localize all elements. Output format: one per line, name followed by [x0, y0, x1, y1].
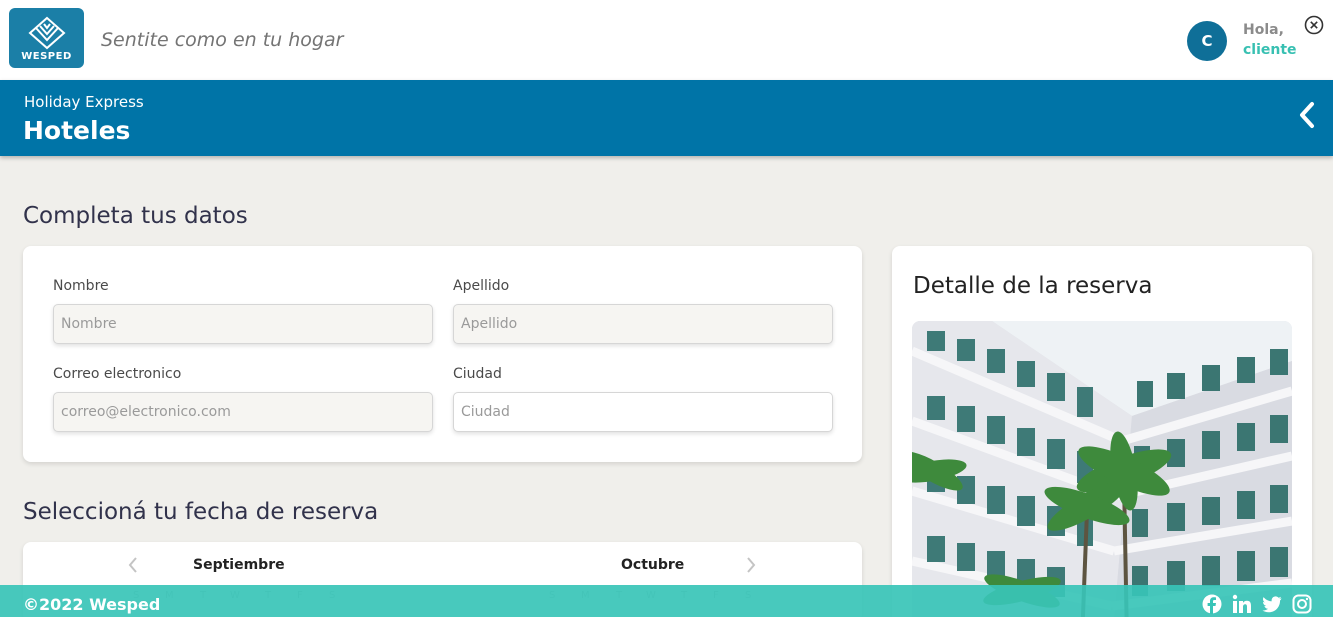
month-label-october: Octubre [621, 557, 685, 573]
tagline: Sentite como en tu hogar [101, 29, 344, 51]
twitter-icon[interactable] [1262, 594, 1282, 614]
email-label: Correo electronico [53, 366, 182, 382]
wesped-logo[interactable]: WESPED [9, 8, 84, 68]
chevron-left-icon[interactable] [1297, 100, 1317, 130]
avatar[interactable]: C [1187, 21, 1227, 61]
footer: ©2022 Wesped [0, 585, 1333, 617]
first-name-input[interactable] [53, 304, 433, 344]
last-name-input[interactable] [453, 304, 833, 344]
city-input[interactable] [453, 392, 833, 432]
form-section-title: Completa tus datos [23, 203, 248, 229]
instagram-icon[interactable] [1292, 594, 1312, 614]
booking-detail-card: Detalle de la reserva [892, 246, 1312, 617]
page-title: Hoteles [23, 116, 131, 145]
hotel-category: Holiday Express [24, 93, 144, 111]
logo-mark-icon [28, 16, 66, 50]
last-name-label: Apellido [453, 278, 510, 294]
close-icon[interactable] [1304, 15, 1324, 35]
product-band: Holiday Express Hoteles [0, 80, 1333, 156]
facebook-icon[interactable] [1202, 594, 1222, 614]
linkedin-icon[interactable] [1232, 594, 1252, 614]
month-label-september: Septiembre [193, 557, 285, 573]
greeting-text: Hola, [1243, 22, 1284, 38]
personal-data-card: Nombre Apellido Correo electronico Ciuda… [23, 246, 862, 462]
copyright-text: ©2022 Wesped [23, 595, 161, 614]
logo-text: WESPED [21, 51, 72, 62]
email-input[interactable] [53, 392, 433, 432]
city-label: Ciudad [453, 366, 502, 382]
first-name-label: Nombre [53, 278, 109, 294]
username-text: cliente [1243, 42, 1297, 58]
chevron-right-icon[interactable] [745, 556, 757, 574]
calendar-section-title: Seleccioná tu fecha de reserva [23, 499, 379, 525]
hotel-photo [912, 321, 1292, 617]
top-header: WESPED Sentite como en tu hogar C Hola, … [0, 0, 1333, 80]
booking-detail-title: Detalle de la reserva [913, 273, 1153, 299]
chevron-left-icon[interactable] [127, 556, 139, 574]
